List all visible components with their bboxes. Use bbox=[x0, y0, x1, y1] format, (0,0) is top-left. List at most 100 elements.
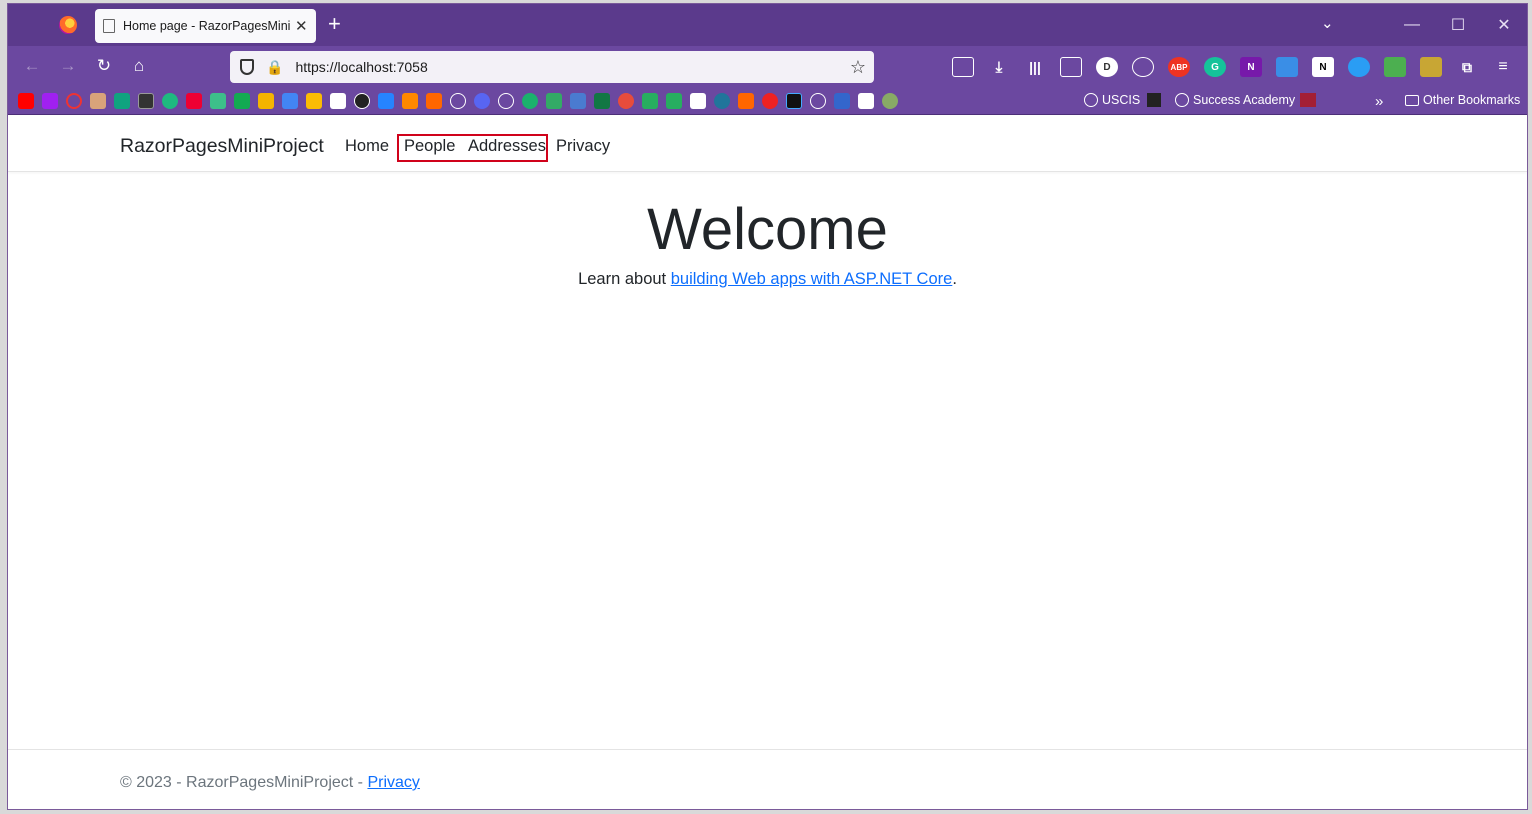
tab-title: Home page - RazorPagesMiniProject bbox=[123, 19, 291, 33]
onenote-icon[interactable]: N bbox=[1240, 57, 1262, 77]
extension-d-icon[interactable]: D bbox=[1096, 57, 1118, 77]
lock-icon[interactable]: 🔒 bbox=[266, 59, 283, 76]
footer-privacy-link[interactable]: Privacy bbox=[367, 774, 419, 791]
learn-paragraph: Learn about building Web apps with ASP.N… bbox=[8, 270, 1527, 289]
more-bookmarks-icon[interactable]: » bbox=[1375, 93, 1383, 110]
bookmark-uscis[interactable]: USCIS bbox=[1084, 93, 1140, 107]
tab-strip: Home page - RazorPagesMiniProject ✕ + ⌄ … bbox=[8, 4, 1527, 46]
aspnet-docs-link[interactable]: building Web apps with ASP.NET Core bbox=[671, 270, 953, 288]
pocket-icon[interactable] bbox=[952, 57, 974, 77]
window-controls: — ☐ ✕ bbox=[1389, 4, 1527, 46]
chatgpt-icon[interactable] bbox=[114, 93, 130, 109]
bookmark-q-icon[interactable] bbox=[186, 93, 202, 109]
bookmark-u-icon[interactable] bbox=[42, 93, 58, 109]
bookmark-star-icon-2[interactable] bbox=[834, 93, 850, 109]
bookmark-slash-icon[interactable] bbox=[906, 93, 922, 109]
extension-pencil-icon[interactable] bbox=[1420, 57, 1442, 77]
tracking-protection-icon[interactable] bbox=[240, 59, 254, 75]
bookmark-success-academy[interactable]: Success Academy bbox=[1175, 93, 1295, 107]
extensions-puzzle-icon[interactable]: ⧉ bbox=[1456, 57, 1478, 77]
bookmark-b-icon[interactable] bbox=[882, 93, 898, 109]
bookmark-doc-icon[interactable] bbox=[690, 93, 706, 109]
bookmark-c-icon[interactable] bbox=[762, 93, 778, 109]
navigation-toolbar: ← → ↻ ⌂ 🔒 https://localhost:7058 ☆ ⤓ |||… bbox=[8, 46, 1527, 88]
discord-icon[interactable] bbox=[474, 93, 490, 109]
library-icon[interactable]: ||| bbox=[1024, 57, 1046, 77]
extension-diamond-icon[interactable] bbox=[1348, 57, 1370, 77]
extension-blue-icon[interactable] bbox=[1276, 57, 1298, 77]
folder-icon bbox=[1405, 94, 1419, 106]
grammarly-icon[interactable]: G bbox=[1204, 57, 1226, 77]
zybooks-icon[interactable] bbox=[426, 93, 442, 109]
bookmark-r-icon[interactable] bbox=[618, 93, 634, 109]
downloads-icon[interactable]: ⤓ bbox=[988, 57, 1010, 77]
bookmark-cn-icon[interactable] bbox=[594, 93, 610, 109]
bookmark-arrow-icon[interactable] bbox=[402, 93, 418, 109]
dark-reader-icon[interactable] bbox=[1132, 57, 1154, 77]
google-calendar-icon[interactable] bbox=[282, 93, 298, 109]
globe-icon[interactable] bbox=[450, 93, 466, 109]
bookmark-dark-icon bbox=[1147, 93, 1161, 107]
oracle-icon[interactable] bbox=[66, 93, 82, 109]
maximize-icon[interactable]: ☐ bbox=[1435, 15, 1481, 35]
bookmark-ge-icon[interactable] bbox=[570, 93, 586, 109]
hacker-news-icon[interactable] bbox=[738, 93, 754, 109]
other-bookmarks-label: Other Bookmarks bbox=[1423, 93, 1521, 107]
notion-bookmark-icon[interactable] bbox=[330, 93, 346, 109]
firefox-logo-icon bbox=[59, 16, 77, 34]
url-text[interactable]: https://localhost:7058 bbox=[295, 59, 849, 75]
bookmark-star-icon[interactable]: ☆ bbox=[850, 57, 866, 78]
bookmark-hex-icon[interactable] bbox=[786, 93, 802, 109]
nav-home[interactable]: Home bbox=[345, 137, 389, 156]
bookmark-animal-icon[interactable] bbox=[90, 93, 106, 109]
home-icon[interactable]: ⌂ bbox=[128, 56, 150, 76]
minimize-icon[interactable]: — bbox=[1389, 16, 1435, 34]
extension-green-icon[interactable] bbox=[1384, 57, 1406, 77]
github-icon[interactable] bbox=[354, 93, 370, 109]
menu-hamburger-icon[interactable]: ≡ bbox=[1492, 57, 1514, 77]
mongodb-icon[interactable] bbox=[234, 93, 250, 109]
bookmark-km-icon[interactable] bbox=[546, 93, 562, 109]
welcome-heading: Welcome bbox=[647, 197, 888, 262]
bookmark-dark-icon-item[interactable] bbox=[1147, 93, 1161, 107]
site-brand[interactable]: RazorPagesMiniProject bbox=[120, 135, 324, 158]
youtube-icon[interactable] bbox=[18, 93, 34, 109]
mit-ocw-icon bbox=[1300, 93, 1316, 107]
notion-icon[interactable]: N bbox=[1312, 57, 1334, 77]
browser-tab-active[interactable]: Home page - RazorPagesMiniProject ✕ bbox=[95, 9, 316, 43]
sidebar-icon[interactable] bbox=[1060, 57, 1082, 77]
learn-suffix: . bbox=[952, 270, 957, 288]
back-icon[interactable]: ← bbox=[21, 56, 43, 76]
bookmark-shield-icon[interactable] bbox=[522, 93, 538, 109]
learn-prefix: Learn about bbox=[578, 270, 671, 288]
bookmark-h-icon[interactable] bbox=[666, 93, 682, 109]
bookmark-favicons bbox=[18, 93, 922, 109]
google-keep-icon[interactable] bbox=[306, 93, 322, 109]
bookmarks-toolbar: USCIS Success Academy » Other Bookmarks bbox=[8, 88, 1527, 115]
reload-icon[interactable]: ↻ bbox=[93, 56, 115, 76]
bookmark-v-icon[interactable] bbox=[858, 93, 874, 109]
bookmark-uscis-label: USCIS bbox=[1102, 93, 1141, 107]
bookmark-mit-item[interactable] bbox=[1300, 93, 1316, 107]
page-content: RazorPagesMiniProject Home People Addres… bbox=[8, 116, 1527, 809]
globe-icon-2[interactable] bbox=[498, 93, 514, 109]
globe-icon-3[interactable] bbox=[810, 93, 826, 109]
adblock-plus-icon[interactable]: ABP bbox=[1168, 57, 1190, 77]
close-tab-icon[interactable]: ✕ bbox=[295, 17, 308, 35]
extension-icons: ⤓ ||| D ABP G N N ⧉ ≡ bbox=[952, 57, 1514, 77]
other-bookmarks[interactable]: Other Bookmarks bbox=[1405, 93, 1520, 107]
bookmark-square-icon[interactable] bbox=[138, 93, 154, 109]
close-window-icon[interactable]: ✕ bbox=[1481, 15, 1527, 35]
bookmark-x-icon[interactable] bbox=[210, 93, 226, 109]
jira-icon[interactable] bbox=[378, 93, 394, 109]
address-bar[interactable]: 🔒 https://localhost:7058 ☆ bbox=[230, 51, 874, 83]
nav-privacy[interactable]: Privacy bbox=[556, 137, 610, 156]
bookmark-diamond-icon[interactable] bbox=[642, 93, 658, 109]
list-all-tabs-icon[interactable]: ⌄ bbox=[1321, 14, 1334, 32]
forward-icon[interactable]: → bbox=[57, 56, 79, 76]
google-drive-icon[interactable] bbox=[258, 93, 274, 109]
bookmark-success-academy-label: Success Academy bbox=[1193, 93, 1296, 107]
new-tab-button[interactable]: + bbox=[328, 13, 341, 35]
wordpress-icon[interactable] bbox=[714, 93, 730, 109]
bookmark-t-icon[interactable] bbox=[162, 93, 178, 109]
